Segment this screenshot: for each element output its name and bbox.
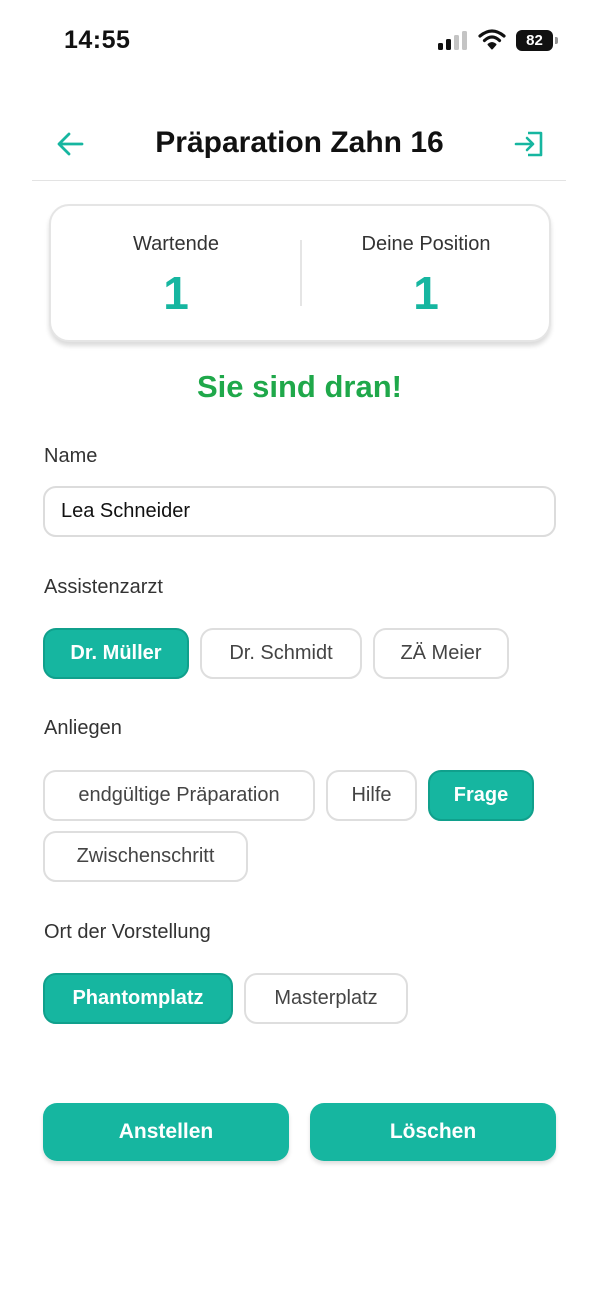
position-value: 1 xyxy=(413,267,439,319)
submit-button[interactable]: Anstellen xyxy=(43,1103,289,1161)
waiting-count-stat: Wartende 1 xyxy=(51,206,301,340)
turn-status-message: Sie sind dran! xyxy=(197,369,402,404)
assistant-chip-dr-schmidt[interactable]: Dr. Schmidt xyxy=(200,628,362,679)
login-icon[interactable] xyxy=(511,128,547,160)
name-input[interactable] xyxy=(43,486,556,537)
header-divider xyxy=(32,180,566,181)
status-bar: 14:55 82 xyxy=(0,0,599,80)
location-chip-master[interactable]: Masterplatz xyxy=(244,973,408,1024)
waiting-label: Wartende xyxy=(133,233,219,255)
location-label: Ort der Vorstellung xyxy=(44,921,211,943)
name-label: Name xyxy=(44,445,98,467)
battery-level: 82 xyxy=(516,30,553,51)
assistant-label: Assistenzarzt xyxy=(44,576,163,598)
assistant-chip-dr-mueller[interactable]: Dr. Müller xyxy=(43,628,189,679)
cellular-signal-icon xyxy=(438,31,468,50)
assistant-chip-za-meier[interactable]: ZÄ Meier xyxy=(373,628,509,679)
status-time: 14:55 xyxy=(64,26,131,54)
wifi-icon xyxy=(478,29,506,50)
position-stat: Deine Position 1 xyxy=(301,206,551,340)
page-header: Präparation Zahn 16 xyxy=(0,108,599,180)
delete-button[interactable]: Löschen xyxy=(310,1103,556,1161)
queue-status-card: Wartende 1 Deine Position 1 xyxy=(49,204,551,342)
concern-chip-intermediate-step[interactable]: Zwischenschritt xyxy=(43,831,248,882)
location-chip-phantom[interactable]: Phantomplatz xyxy=(43,973,233,1024)
position-label: Deine Position xyxy=(361,233,491,255)
battery-icon: 82 xyxy=(516,30,560,51)
concern-chip-help[interactable]: Hilfe xyxy=(326,770,417,821)
waiting-value: 1 xyxy=(163,267,189,319)
concern-chip-question[interactable]: Frage xyxy=(428,770,534,821)
concern-label: Anliegen xyxy=(44,717,122,739)
page-title: Präparation Zahn 16 xyxy=(155,126,444,159)
concern-chip-final-preparation[interactable]: endgültige Präparation xyxy=(43,770,315,821)
